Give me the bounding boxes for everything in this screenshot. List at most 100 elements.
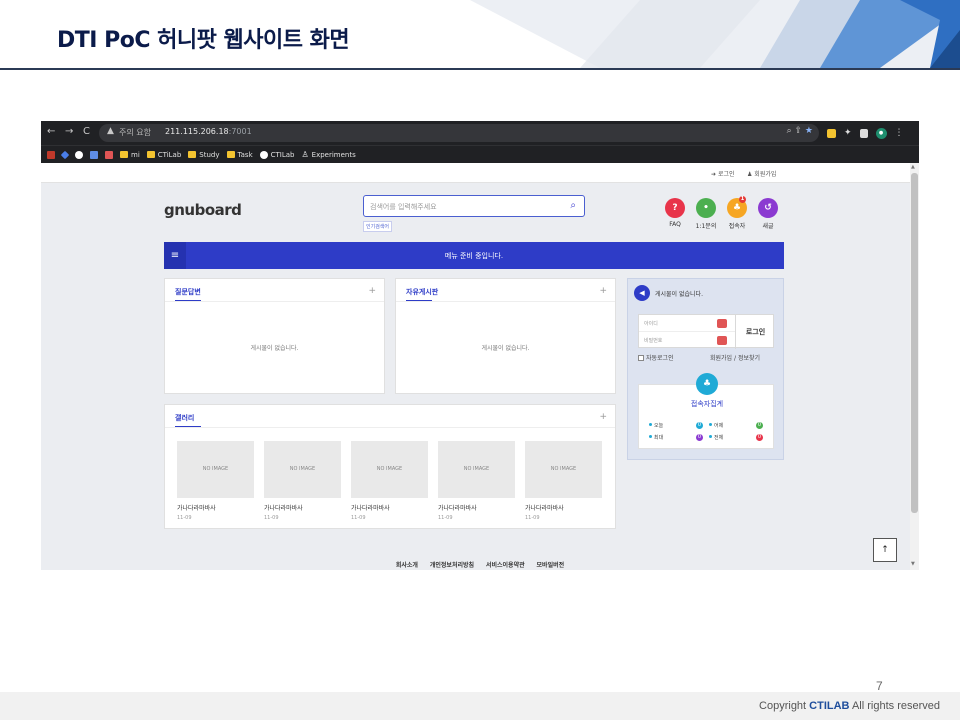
extension-icon[interactable] — [827, 128, 836, 138]
gallery-thumbnail: NO IMAGE — [351, 441, 428, 498]
warning-icon: ▲ — [107, 126, 114, 136]
bookmark-mi[interactable]: mi — [120, 151, 140, 159]
top-login-link[interactable]: ➜ 로그인 — [711, 169, 735, 178]
visitor-icon: ♣ — [696, 373, 718, 395]
bookmark-icon-1[interactable] — [47, 150, 55, 159]
gallery-item-title: 가나다라마바사 — [351, 505, 390, 512]
gallery-thumbnail: NO IMAGE — [264, 441, 341, 498]
empty-message: 게시물이 없습니다. — [250, 345, 299, 352]
gallery-item-date: 11-09 — [438, 515, 453, 521]
gallery-thumbnail: NO IMAGE — [438, 441, 515, 498]
slide-title: DTI PoC 허니팟 웹사이트 화면 — [57, 28, 350, 53]
puzzle-icon[interactable]: ✦ — [844, 128, 852, 138]
quick-inquiry[interactable]: • 1:1문의 — [695, 198, 717, 230]
apps-icon[interactable] — [90, 150, 98, 159]
bookmark-task[interactable]: Task — [226, 151, 253, 159]
menu-status-text: 메뉴 준비 중입니다. — [444, 252, 504, 260]
gallery-item-title: 가나다라마바사 — [264, 505, 303, 512]
more-plus-icon[interactable]: + — [599, 412, 607, 422]
register-links: 회원가입 / 정보찾기 — [710, 355, 761, 362]
scroll-up-icon[interactable]: ▲ — [911, 164, 915, 170]
login-form: 아이디 비밀번호 로그인 — [638, 314, 775, 349]
footer-mobile-link[interactable]: 모바일버전 — [537, 562, 565, 569]
scroll-top-button[interactable]: ↑ — [873, 538, 897, 562]
password-field[interactable]: 비밀번호 — [639, 332, 735, 349]
website-screenshot: ← → C ▲ 주의 요함 211.115.206.18:7001 ⌕ ⇪ ★ … — [41, 121, 919, 570]
notice-text: 게시물이 없습니다. — [655, 291, 703, 298]
popular-search-tag[interactable]: 인기검색어 — [363, 221, 393, 232]
quick-label: 접속자 — [728, 223, 746, 230]
menu-kebab-icon[interactable]: ⋮ — [895, 128, 904, 138]
board-free-title[interactable]: 자유게시판 — [406, 287, 438, 297]
forward-icon[interactable]: → — [65, 126, 73, 137]
more-plus-icon[interactable]: + — [368, 286, 376, 296]
quick-faq[interactable]: ? FAQ — [664, 198, 686, 228]
more-plus-icon[interactable]: + — [599, 286, 607, 296]
stat-today-value: 0 — [696, 422, 703, 429]
board-qa-title[interactable]: 질문답변 — [175, 287, 201, 297]
stat-max: 최대 — [649, 434, 663, 441]
keyboard-icon[interactable] — [717, 319, 727, 328]
chat-icon: • — [696, 198, 716, 218]
gallery-thumbnail: NO IMAGE — [525, 441, 602, 498]
security-label: 주의 요함 — [119, 128, 151, 137]
bookmark-icon-3[interactable] — [105, 150, 113, 159]
profile-avatar[interactable]: ● — [875, 127, 887, 139]
id-placeholder: 아이디 — [644, 321, 658, 327]
search-input[interactable]: 검색어를 입력해주세요 ⌕ — [363, 195, 585, 217]
gallery-item[interactable]: NO IMAGE 가나다라마바사 11-09 — [525, 441, 602, 521]
site-logo[interactable]: gnuboard — [164, 201, 242, 219]
google-icon[interactable] — [75, 150, 83, 159]
quick-visitors[interactable]: ♣ 1 접속자 — [726, 196, 748, 230]
gallery-item-date: 11-09 — [264, 515, 279, 521]
top-register-link[interactable]: ♟ 회원가입 — [747, 169, 776, 178]
bookmarks-bar: mi CTiLab Study Task CTILab ♙ Experiments — [41, 145, 919, 163]
web-page: ➜ 로그인 ♟ 회원가입 gnuboard 검색어를 입력해주세요 ⌕ 인기검색… — [41, 163, 910, 570]
gallery-item[interactable]: NO IMAGE 가나다라마바사 11-09 — [177, 441, 254, 521]
gallery-item[interactable]: NO IMAGE 가나다라마바사 11-09 — [264, 441, 341, 521]
board-qa-card: 질문답변 + 게시물이 없습니다. — [164, 278, 385, 394]
url-text: 211.115.206.18:7001 — [165, 127, 252, 136]
footer-company-link[interactable]: 회사소개 — [396, 562, 418, 569]
gallery-item[interactable]: NO IMAGE 가나다라마바사 11-09 — [351, 441, 428, 521]
scrollbar[interactable]: ▲ ▼ — [910, 163, 919, 570]
gallery-item[interactable]: NO IMAGE 가나다라마바사 11-09 — [438, 441, 515, 521]
bookmark-ctilab[interactable]: CTiLab — [146, 151, 181, 159]
hamburger-icon[interactable]: ≡ — [164, 242, 186, 269]
register-link[interactable]: 회원가입 — [710, 355, 732, 362]
visitor-badge: 1 — [739, 196, 746, 203]
keyboard-icon[interactable] — [717, 336, 727, 345]
id-field[interactable]: 아이디 — [639, 315, 735, 332]
bookmark-study[interactable]: Study — [188, 151, 220, 159]
scroll-thumb[interactable] — [911, 173, 918, 513]
empty-message: 게시물이 없습니다. — [481, 345, 530, 352]
footer-privacy-link[interactable]: 개인정보처리방침 — [430, 562, 474, 569]
footer-terms-link[interactable]: 서비스이용약관 — [486, 562, 525, 569]
gallery-item-date: 11-09 — [351, 515, 366, 521]
login-button[interactable]: 로그인 — [735, 315, 775, 349]
search-icon[interactable]: ⌕ — [570, 200, 576, 211]
users-icon: ♣ 1 — [727, 196, 747, 218]
back-icon[interactable]: ← — [47, 126, 55, 137]
find-info-link[interactable]: 정보찾기 — [738, 355, 760, 362]
stat-yesterday: 어제 — [709, 422, 723, 429]
quick-new-posts[interactable]: ↺ 새글 — [757, 198, 779, 230]
bookmark-experiments[interactable]: ♙ Experiments — [302, 150, 356, 159]
gallery-item-title: 가나다라마바사 — [438, 505, 477, 512]
page-number: 7 — [876, 679, 883, 693]
bookmark-icon-2[interactable] — [60, 150, 70, 159]
gallery-title[interactable]: 갤러리 — [175, 413, 194, 423]
omnibox-icons[interactable]: ⌕ ⇪ ★ — [787, 126, 813, 136]
site-top-bar: ➜ 로그인 ♟ 회원가입 — [41, 163, 910, 183]
browser-toolbar: ← → C ▲ 주의 요함 211.115.206.18:7001 ⌕ ⇪ ★ … — [41, 121, 919, 145]
reload-icon[interactable]: C — [83, 126, 90, 137]
address-bar[interactable]: ▲ 주의 요함 211.115.206.18:7001 ⌕ ⇪ ★ — [99, 124, 819, 142]
stat-max-value: 0 — [696, 434, 703, 441]
site-footer: 회사소개 개인정보처리방침 서비스이용약관 모바일버전 — [0, 560, 960, 569]
side-panel: ◀ 게시물이 없습니다. 아이디 비밀번호 로그인 자동로그인 회원가입 / 정… — [627, 278, 784, 460]
sidepanel-icon[interactable] — [859, 128, 868, 138]
gallery-item-title: 가나다라마바사 — [177, 505, 216, 512]
auto-login-checkbox[interactable]: 자동로그인 — [638, 353, 674, 362]
gallery-thumbnail: NO IMAGE — [177, 441, 254, 498]
bookmark-github-ctilab[interactable]: CTILab — [259, 150, 295, 159]
